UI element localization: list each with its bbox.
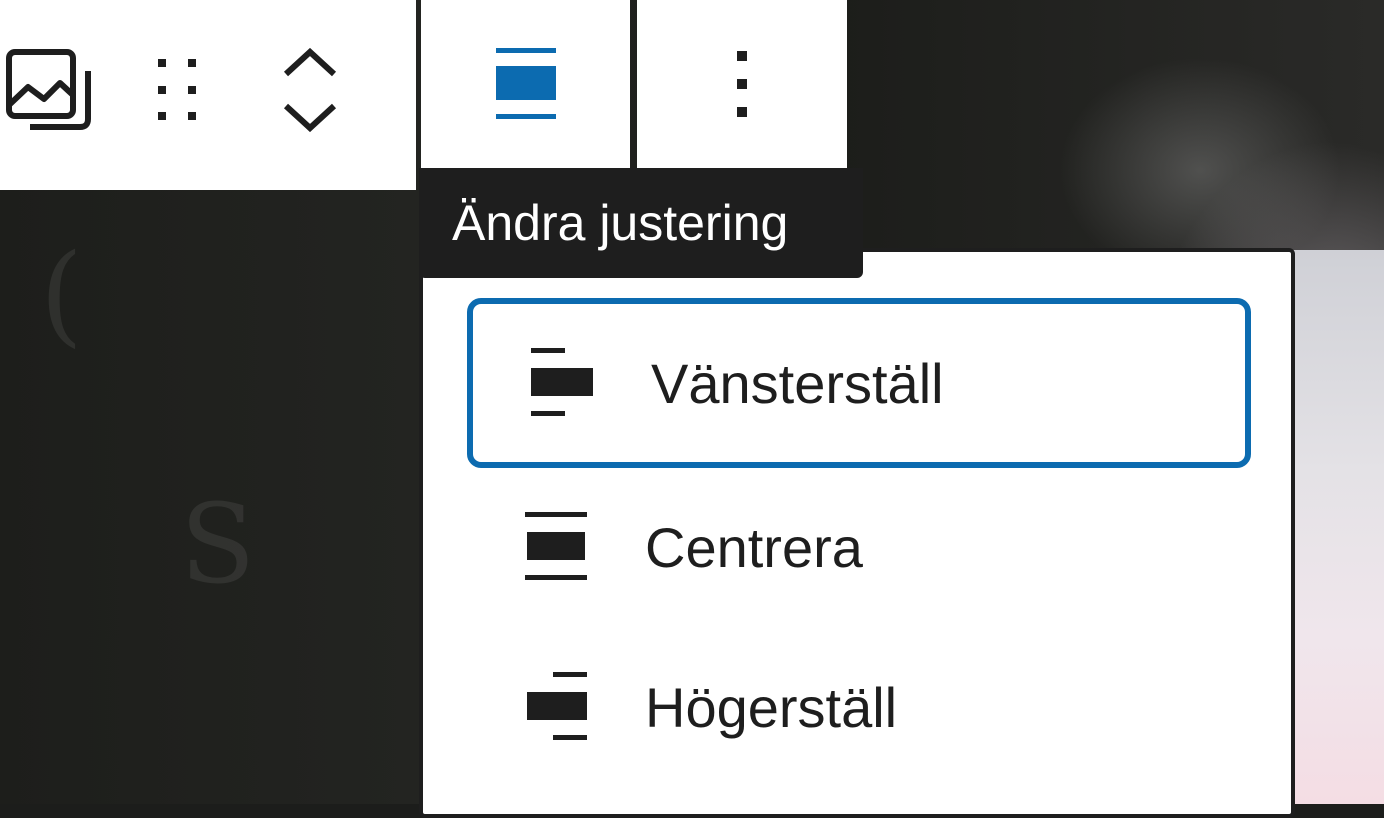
- move-up-down-button[interactable]: [270, 30, 350, 150]
- block-type-button[interactable]: [0, 40, 100, 140]
- menu-item-align-left[interactable]: Vänsterställ: [467, 298, 1251, 468]
- align-center-icon: [495, 48, 556, 119]
- menu-item-align-center[interactable]: Centrera: [467, 462, 1251, 632]
- align-center-icon: [507, 507, 607, 587]
- chalk-scribble: (: [40, 230, 83, 358]
- menu-item-label: Högerställ: [645, 675, 898, 739]
- align-right-icon: [507, 667, 607, 747]
- gallery-image-icon: [6, 49, 91, 130]
- align-toolbar-segment: [421, 0, 630, 168]
- menu-item-align-right[interactable]: Högerställ: [467, 622, 1251, 792]
- chalk-scribble: S: [180, 480, 256, 608]
- drag-handle-icon: [158, 59, 196, 120]
- image-preview: [1290, 250, 1384, 804]
- align-left-icon: [513, 343, 613, 423]
- more-vertical-icon: [737, 51, 747, 117]
- align-button[interactable]: [421, 0, 630, 168]
- drag-handle-button[interactable]: [140, 40, 216, 140]
- more-toolbar-segment: [637, 0, 847, 168]
- tooltip-text: Ändra justering: [452, 195, 789, 251]
- menu-item-label: Vänsterställ: [651, 351, 944, 415]
- menu-item-label: Centrera: [645, 515, 863, 579]
- more-options-button[interactable]: [637, 0, 847, 168]
- block-toolbar-group: [0, 0, 416, 190]
- align-tooltip: Ändra justering: [419, 168, 863, 278]
- align-dropdown-menu: Vänsterställ Centrera Högerställ: [419, 248, 1295, 818]
- move-up-down-icon: [283, 47, 337, 133]
